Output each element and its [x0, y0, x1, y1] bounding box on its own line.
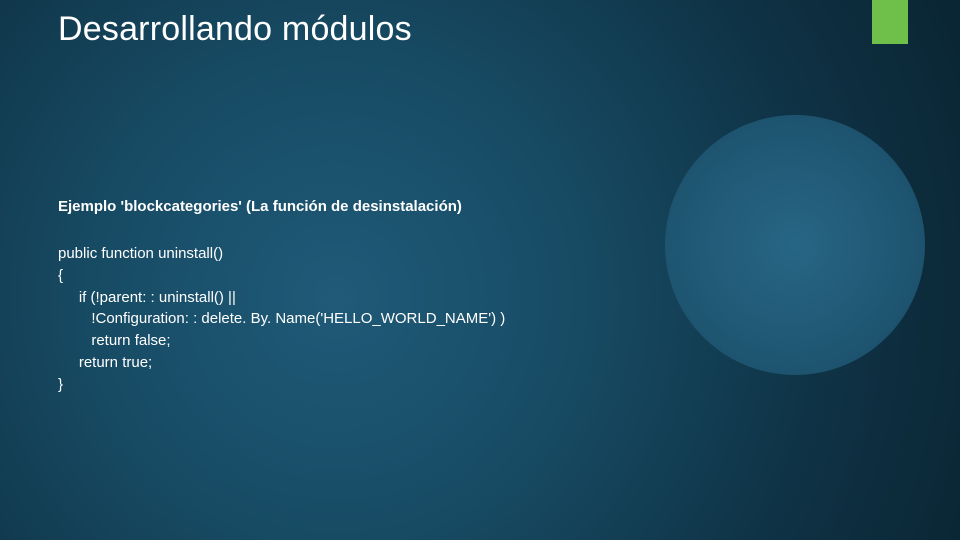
decorative-circle [665, 115, 925, 375]
slide-subtitle: Ejemplo 'blockcategories' (La función de… [58, 198, 462, 215]
code-block: public function uninstall() { if (!paren… [58, 243, 505, 395]
slide: Desarrollando módulos Ejemplo 'blockcate… [0, 0, 960, 540]
accent-tab [872, 0, 908, 44]
slide-title: Desarrollando módulos [58, 10, 412, 49]
